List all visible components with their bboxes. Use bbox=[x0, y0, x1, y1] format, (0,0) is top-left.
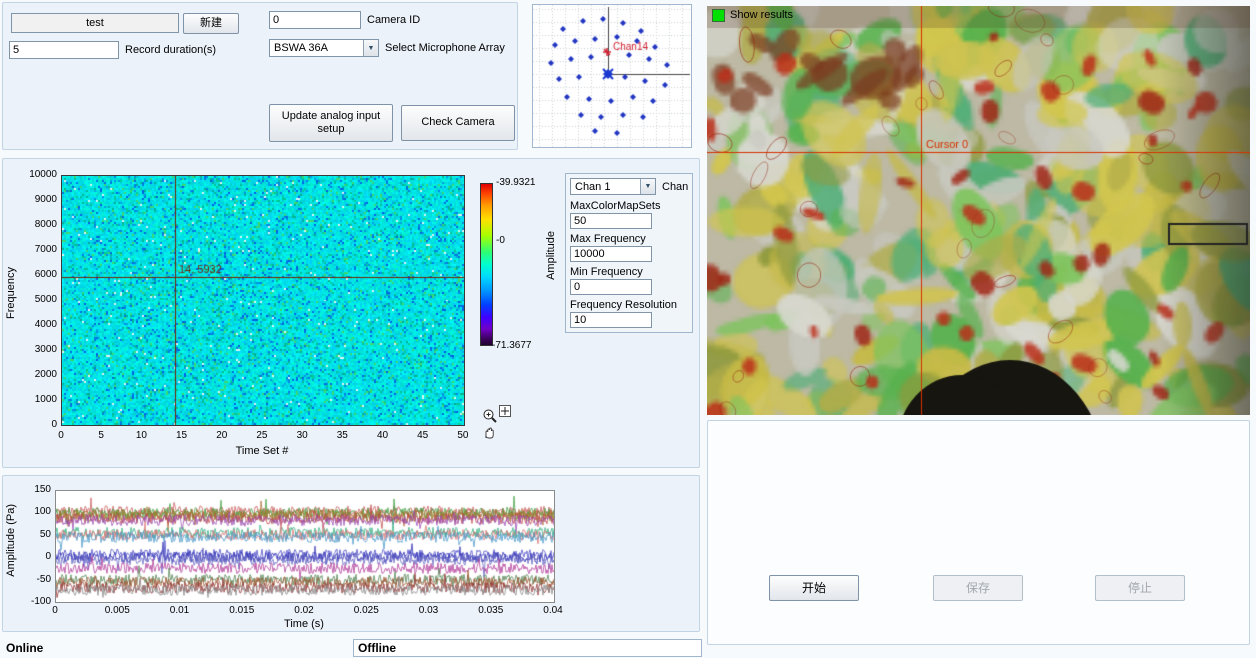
stop-button[interactable]: 停止 bbox=[1095, 575, 1185, 601]
tick-label: 10000 bbox=[19, 169, 57, 180]
spectrogram-x-ticks: 0 5 10 15 20 25 30 35 40 45 50 bbox=[51, 430, 473, 441]
setup-panel: test 新建 Camera ID Record duration(s) BSW… bbox=[2, 2, 518, 150]
tick-label: 0.02 bbox=[284, 605, 324, 616]
tick-label: 20 bbox=[212, 430, 232, 441]
waveform-panel: Amplitude (Pa) 150100500-50-100 00.0050.… bbox=[2, 475, 700, 632]
tick-label: 25 bbox=[252, 430, 272, 441]
tick-label: 0 bbox=[17, 551, 51, 562]
tick-label: 50 bbox=[453, 430, 473, 441]
channel-dropdown[interactable]: Chan 1 ▼ bbox=[570, 178, 656, 195]
analysis-controls: Chan 1 ▼ Chan MaxColorMapSets Max Freque… bbox=[565, 173, 693, 333]
record-duration-field[interactable] bbox=[9, 41, 119, 59]
spectrogram-panel: Frequency 100009000800070006000500040003… bbox=[2, 158, 700, 468]
camera-id-label: Camera ID bbox=[367, 14, 420, 26]
new-button[interactable]: 新建 bbox=[183, 13, 239, 34]
frequency-resolution-field[interactable] bbox=[570, 312, 652, 328]
waveform-y-axis-label: Amplitude (Pa) bbox=[5, 504, 17, 577]
tick-label: 9000 bbox=[19, 194, 57, 205]
tick-label: 0.04 bbox=[533, 605, 573, 616]
frequency-resolution-label: Frequency Resolution bbox=[570, 299, 677, 311]
waveform-x-axis-label: Time (s) bbox=[55, 618, 553, 630]
pan-hand-icon[interactable] bbox=[483, 425, 498, 443]
tick-label: 4000 bbox=[19, 319, 57, 330]
offline-status: Offline bbox=[353, 639, 702, 657]
camera-canvas[interactable] bbox=[707, 6, 1250, 415]
show-results-checkbox[interactable] bbox=[712, 9, 725, 22]
tick-label: 0 bbox=[51, 430, 71, 441]
tick-label: 7000 bbox=[19, 244, 57, 255]
min-frequency-field[interactable] bbox=[570, 279, 652, 295]
tick-label: 5000 bbox=[19, 294, 57, 305]
spectrogram-y-ticks: 1000090008000700060005000400030002000100… bbox=[19, 169, 57, 430]
spectrogram-x-axis-label: Time Set # bbox=[61, 445, 463, 457]
array-geometry-panel bbox=[532, 4, 692, 148]
chevron-down-icon: ▼ bbox=[640, 179, 655, 194]
tick-label: 0.01 bbox=[160, 605, 200, 616]
tick-label: 15 bbox=[172, 430, 192, 441]
tick-label: 3000 bbox=[19, 344, 57, 355]
save-button[interactable]: 保存 bbox=[933, 575, 1023, 601]
show-results-label: Show results bbox=[730, 9, 793, 21]
tick-label: 1000 bbox=[19, 394, 57, 405]
waveform-x-ticks: 0 0.005 0.01 0.015 0.02 0.025 0.03 0.035 0.04 bbox=[35, 605, 573, 616]
record-duration-label: Record duration(s) bbox=[125, 44, 216, 56]
max-colormap-label: MaxColorMapSets bbox=[570, 200, 660, 212]
waveform-y-ticks: 150100500-50-100 bbox=[17, 484, 51, 607]
tick-label: 100 bbox=[17, 506, 51, 517]
max-colormap-field[interactable] bbox=[570, 213, 652, 229]
tick-label: 0 bbox=[35, 605, 75, 616]
array-plot-canvas bbox=[533, 5, 691, 147]
tick-label: 0.035 bbox=[471, 605, 511, 616]
colorbar-min-label: -71.3677 bbox=[492, 340, 531, 351]
app-window: test 新建 Camera ID Record duration(s) BSW… bbox=[0, 0, 1256, 658]
tick-label: 45 bbox=[413, 430, 433, 441]
tick-label: 0.03 bbox=[409, 605, 449, 616]
waveform-plot[interactable] bbox=[55, 490, 555, 603]
tick-label: 50 bbox=[17, 529, 51, 540]
tick-label: 10 bbox=[131, 430, 151, 441]
tick-label: 5 bbox=[91, 430, 111, 441]
mic-array-dropdown[interactable]: BSWA 36A ▼ bbox=[269, 39, 379, 57]
colorbar-mid-label: -0 bbox=[496, 235, 505, 246]
tick-label: -50 bbox=[17, 574, 51, 585]
tick-label: 0 bbox=[19, 419, 57, 430]
tick-label: 30 bbox=[292, 430, 312, 441]
mic-array-label: Select Microphone Array bbox=[385, 42, 505, 54]
min-frequency-label: Min Frequency bbox=[570, 266, 643, 278]
tick-label: 0.005 bbox=[97, 605, 137, 616]
max-frequency-field[interactable] bbox=[570, 246, 652, 262]
tick-label: 0.015 bbox=[222, 605, 262, 616]
chevron-down-icon: ▼ bbox=[363, 40, 378, 56]
action-panel: 开始 保存 停止 bbox=[707, 420, 1250, 645]
camera-id-field[interactable] bbox=[269, 11, 361, 29]
colorbar-max-label: -39.9321 bbox=[496, 177, 535, 188]
check-camera-button[interactable]: Check Camera bbox=[401, 105, 515, 141]
channel-value: Chan 1 bbox=[575, 181, 610, 193]
cursor-plus-icon[interactable] bbox=[499, 405, 511, 420]
tick-label: 2000 bbox=[19, 369, 57, 380]
tick-label: 40 bbox=[373, 430, 393, 441]
tick-label: 0.025 bbox=[346, 605, 386, 616]
spectrogram-y-axis-label: Frequency bbox=[5, 267, 17, 319]
update-analog-input-button[interactable]: Update analog input setup bbox=[269, 104, 393, 142]
max-frequency-label: Max Frequency bbox=[570, 233, 646, 245]
tick-label: 150 bbox=[17, 484, 51, 495]
session-name-field[interactable]: test bbox=[11, 13, 179, 33]
online-status: Online bbox=[6, 641, 43, 655]
amplitude-colorbar bbox=[480, 183, 493, 346]
tick-label: 35 bbox=[332, 430, 352, 441]
camera-view: Show results bbox=[707, 6, 1250, 415]
start-button[interactable]: 开始 bbox=[769, 575, 859, 601]
channel-label: Chan bbox=[662, 181, 688, 193]
spectrogram-plot[interactable] bbox=[61, 175, 465, 426]
mic-array-value: BSWA 36A bbox=[274, 42, 328, 54]
tick-label: 8000 bbox=[19, 219, 57, 230]
tick-label: 6000 bbox=[19, 269, 57, 280]
colorbar-title: Amplitude bbox=[545, 231, 557, 280]
